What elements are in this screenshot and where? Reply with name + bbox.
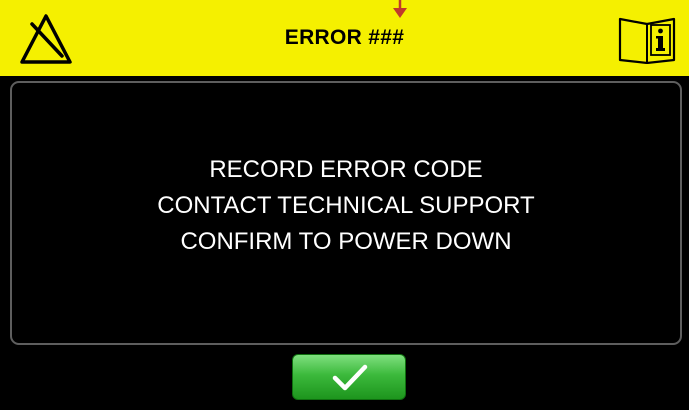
confirm-button[interactable] [292, 354, 406, 400]
message-line-confirm: CONFIRM TO POWER DOWN [180, 228, 512, 255]
pointer-arrow-icon [393, 0, 407, 18]
error-title: ERROR ### [284, 26, 405, 49]
info-manual-book-icon[interactable] [614, 16, 680, 64]
message-line-contact: CONTACT TECHNICAL SUPPORT [157, 192, 535, 219]
message-panel: RECORD ERROR CODE CONTACT TECHNICAL SUPP… [10, 81, 682, 345]
checkmark-icon [332, 364, 368, 391]
error-message: RECORD ERROR CODE CONTACT TECHNICAL SUPP… [12, 152, 680, 260]
header-bar: ERROR ### [0, 0, 689, 76]
message-line-record: RECORD ERROR CODE [209, 156, 483, 183]
